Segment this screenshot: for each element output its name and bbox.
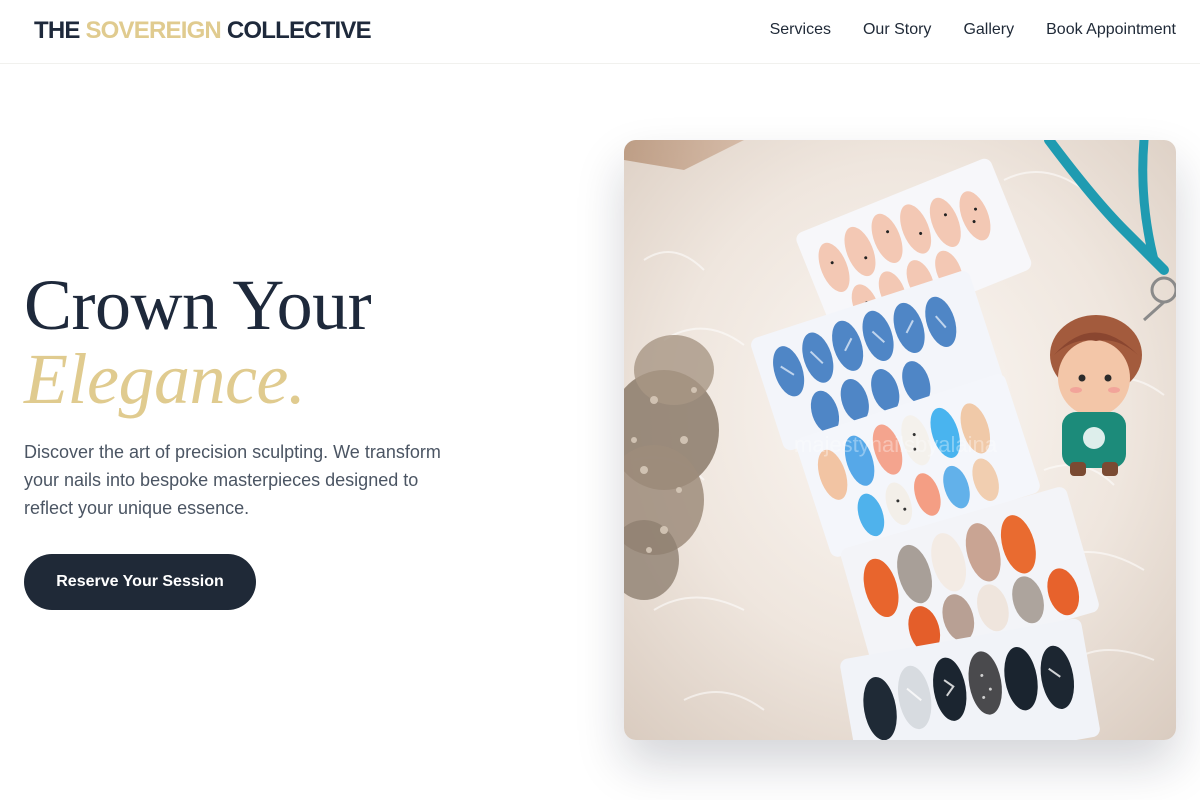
brand-name-part2: COLLECTIVE	[220, 17, 372, 44]
hero-image: majestynailsbyalaina	[624, 140, 1176, 740]
site-header: THE SOVEREIGN COLLECTIVE Services Our St…	[0, 0, 1200, 64]
nav-link-our-story[interactable]: Our Story	[863, 21, 931, 39]
hero-title: Crown Your Elegance.	[24, 265, 372, 419]
hero-title-line1: Crown Your	[24, 265, 372, 345]
brand-logo[interactable]: THE SOVEREIGN COLLECTIVE	[34, 17, 372, 45]
brand-name-part1: THE	[34, 17, 86, 44]
hero-description: Discover the art of precision sculpting.…	[24, 442, 441, 518]
nav-link-book-appointment[interactable]: Book Appointment	[1046, 21, 1176, 39]
hero-title-line2: Elegance.	[24, 339, 306, 419]
reserve-session-button[interactable]: Reserve Your Session	[24, 554, 256, 610]
nav-link-services[interactable]: Services	[770, 21, 831, 39]
image-watermark: majestynailsbyalaina	[794, 432, 998, 457]
brand-name-accent: SOVEREIGN	[85, 17, 221, 44]
main-nav: Services Our Story Gallery Book Appointm…	[770, 21, 1176, 39]
nav-link-gallery[interactable]: Gallery	[963, 21, 1014, 39]
